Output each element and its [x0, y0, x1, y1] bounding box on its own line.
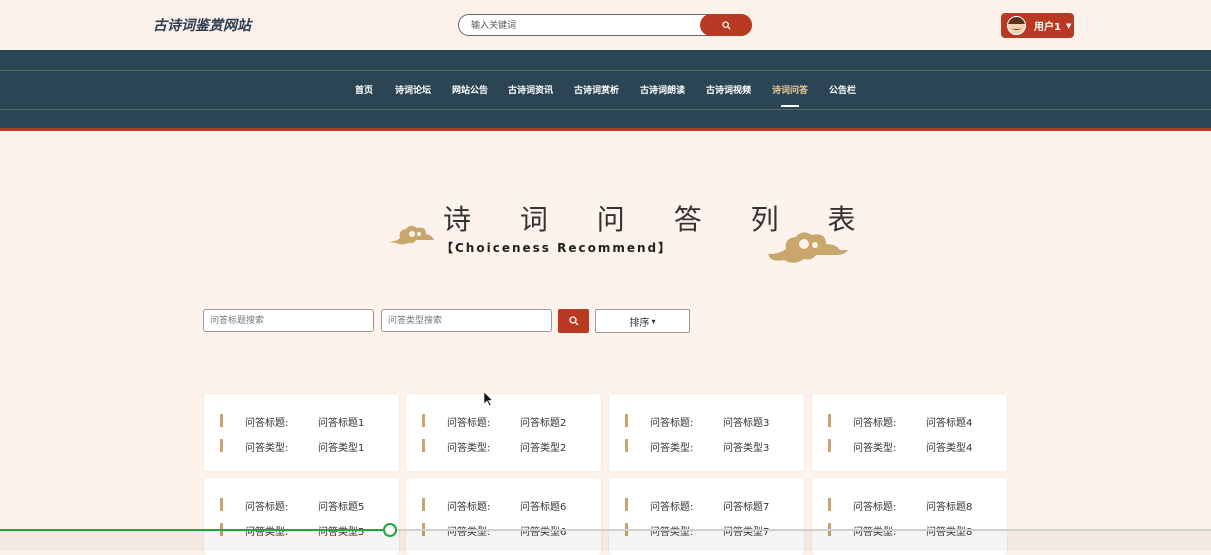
card-title-row: 问答标题: 问答标题2 — [406, 414, 601, 429]
card-type-row: 问答类型: 问答类型2 — [406, 439, 601, 454]
title-value: 问答标题3 — [723, 418, 770, 429]
header-search-button[interactable] — [700, 14, 752, 36]
accent-bar — [220, 498, 223, 511]
nav-strip: 首页 诗词论坛 网站公告 古诗词资讯 古诗词赏析 古诗词朗读 古诗词视频 诗词问… — [0, 70, 1211, 110]
accent-bar — [220, 439, 223, 452]
nav-item-bulletin[interactable]: 公告栏 — [829, 83, 856, 96]
accent-bar — [625, 498, 628, 511]
card-title-row: 问答标题: 问答标题4 — [812, 414, 1007, 429]
header-search-input[interactable] — [469, 17, 693, 35]
search-icon — [721, 20, 731, 30]
card-type-row: 问答类型: 问答类型4 — [812, 439, 1007, 454]
nav-item-appreciation[interactable]: 古诗词赏析 — [574, 83, 619, 96]
cloud-ornament-icon — [388, 225, 434, 245]
title-label: 问答标题: — [650, 502, 694, 513]
qa-card[interactable]: 问答标题: 问答标题1 问答类型: 问答类型1 — [204, 394, 399, 471]
question-type-search-input[interactable] — [381, 309, 552, 332]
nav-item-news[interactable]: 古诗词资讯 — [508, 83, 553, 96]
top-header: 古诗词鉴赏网站 用户1 ▼ — [0, 0, 1211, 50]
card-type-row: 问答类型: 问答类型1 — [204, 439, 399, 454]
accent-bar — [828, 498, 831, 511]
avatar — [1007, 16, 1026, 35]
type-value: 问答类型4 — [926, 443, 973, 454]
title-value: 问答标题1 — [318, 418, 365, 429]
question-title-search-input[interactable] — [203, 309, 374, 332]
site-title[interactable]: 古诗词鉴赏网站 — [153, 15, 251, 35]
accent-bar — [828, 414, 831, 427]
user-label: 用户1 — [1034, 22, 1061, 33]
type-label: 问答类型: — [650, 443, 694, 454]
chevron-down-icon: ▼ — [1065, 21, 1072, 30]
title-label: 问答标题: — [245, 502, 289, 513]
type-label: 问答类型: — [853, 443, 897, 454]
card-title-row: 问答标题: 问答标题3 — [609, 414, 804, 429]
title-label: 问答标题: — [447, 502, 491, 513]
nav-item-announcements[interactable]: 网站公告 — [452, 83, 488, 96]
accent-bar — [220, 414, 223, 427]
accent-bar — [828, 439, 831, 452]
type-value: 问答类型2 — [520, 443, 567, 454]
title-value: 问答标题6 — [520, 502, 567, 513]
qa-card[interactable]: 问答标题: 问答标题4 问答类型: 问答类型4 — [812, 394, 1007, 471]
video-progress-fill — [0, 529, 388, 531]
accent-bar — [625, 414, 628, 427]
chevron-down-icon: ▾ — [651, 316, 656, 326]
card-title-row: 问答标题: 问答标题1 — [204, 414, 399, 429]
page-subtitle: 【Choiceness Recommend】 — [441, 241, 673, 255]
sort-label: 排序 — [629, 317, 650, 329]
sort-dropdown-button[interactable]: 排序 ▾ — [595, 309, 690, 333]
accent-bar — [625, 439, 628, 452]
video-progress-handle[interactable] — [383, 523, 397, 537]
type-value: 问答类型3 — [723, 443, 770, 454]
accent-bar — [422, 498, 425, 511]
video-controls-bar — [0, 529, 1211, 551]
title-value: 问答标题5 — [318, 502, 365, 513]
qa-card[interactable]: 问答标题: 问答标题2 问答类型: 问答类型2 — [406, 394, 601, 471]
accent-bar — [422, 439, 425, 452]
title-value: 问答标题4 — [926, 418, 973, 429]
nav-item-qa[interactable]: 诗词问答 — [772, 83, 808, 96]
qa-card[interactable]: 问答标题: 问答标题3 问答类型: 问答类型3 — [609, 394, 804, 471]
card-title-row: 问答标题: 问答标题8 — [812, 498, 1007, 513]
title-value: 问答标题7 — [723, 502, 770, 513]
nav-item-recitation[interactable]: 古诗词朗读 — [640, 83, 685, 96]
card-title-row: 问答标题: 问答标题5 — [204, 498, 399, 513]
nav-items: 首页 诗词论坛 网站公告 古诗词资讯 古诗词赏析 古诗词朗读 古诗词视频 诗词问… — [0, 71, 1211, 109]
title-label: 问答标题: — [650, 418, 694, 429]
title-value: 问答标题2 — [520, 418, 567, 429]
search-icon — [568, 316, 578, 326]
title-label: 问答标题: — [853, 418, 897, 429]
type-label: 问答类型: — [447, 443, 491, 454]
cloud-ornament-icon — [768, 232, 848, 263]
user-menu-button[interactable]: 用户1 ▼ — [1001, 13, 1074, 38]
card-title-row: 问答标题: 问答标题7 — [609, 498, 804, 513]
nav-item-video[interactable]: 古诗词视频 — [706, 83, 751, 96]
title-label: 问答标题: — [245, 418, 289, 429]
main-nav: 首页 诗词论坛 网站公告 古诗词资讯 古诗词赏析 古诗词朗读 古诗词视频 诗词问… — [0, 50, 1211, 131]
nav-item-forum[interactable]: 诗词论坛 — [395, 83, 431, 96]
filter-search-button[interactable] — [558, 309, 589, 333]
type-value: 问答类型1 — [318, 443, 365, 454]
accent-bar — [422, 414, 425, 427]
card-type-row: 问答类型: 问答类型3 — [609, 439, 804, 454]
nav-item-home[interactable]: 首页 — [355, 83, 373, 96]
mouse-cursor-icon — [484, 392, 494, 407]
title-value: 问答标题8 — [926, 502, 973, 513]
nav-active-indicator — [781, 105, 799, 107]
type-label: 问答类型: — [245, 443, 289, 454]
header-search — [458, 14, 752, 36]
title-label: 问答标题: — [853, 502, 897, 513]
title-label: 问答标题: — [447, 418, 491, 429]
card-title-row: 问答标题: 问答标题6 — [406, 498, 601, 513]
